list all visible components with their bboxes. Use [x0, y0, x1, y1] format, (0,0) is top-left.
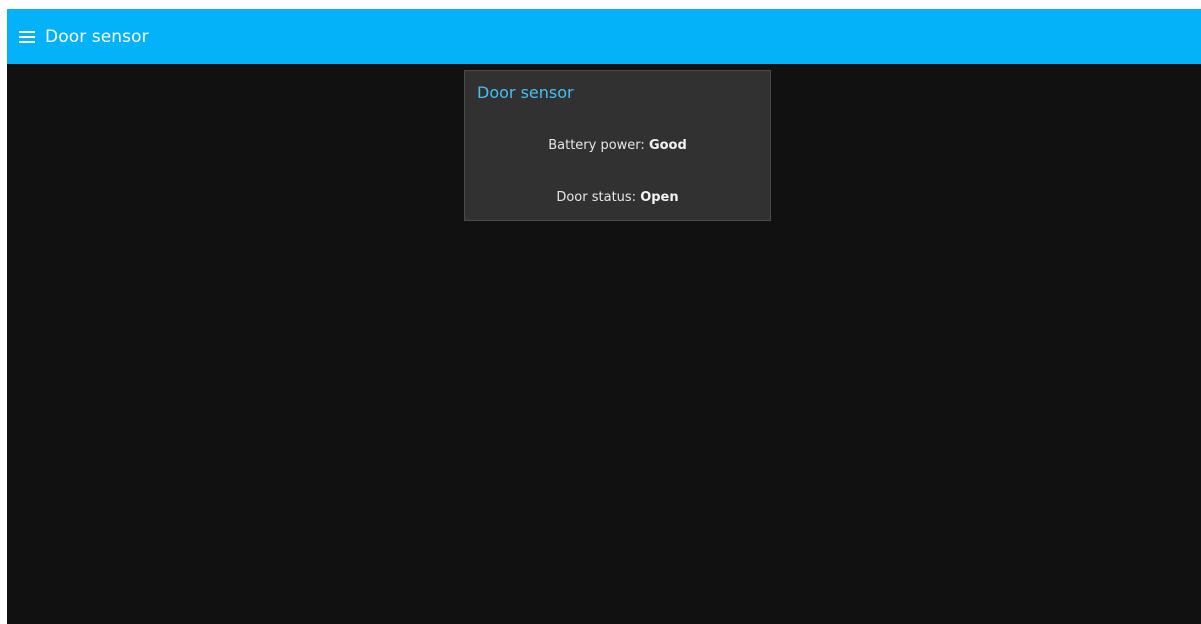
page-title: Door sensor	[45, 26, 149, 47]
battery-value: Good	[648, 138, 687, 153]
door-status-label: Door status:	[556, 190, 641, 205]
door-sensor-card: Door sensor Battery power: Good Door sta…	[464, 70, 771, 221]
card-title: Door sensor	[477, 83, 574, 102]
app-bar: Door sensor	[7, 9, 1201, 64]
battery-label: Battery power:	[548, 138, 649, 153]
app-frame: Door sensor Door sensor Battery power: G…	[7, 9, 1201, 624]
door-status-row: Door status: Open	[465, 190, 770, 205]
hamburger-menu-icon[interactable]	[17, 27, 37, 47]
door-status-value: Open	[640, 190, 679, 205]
battery-status-row: Battery power: Good	[465, 138, 770, 153]
